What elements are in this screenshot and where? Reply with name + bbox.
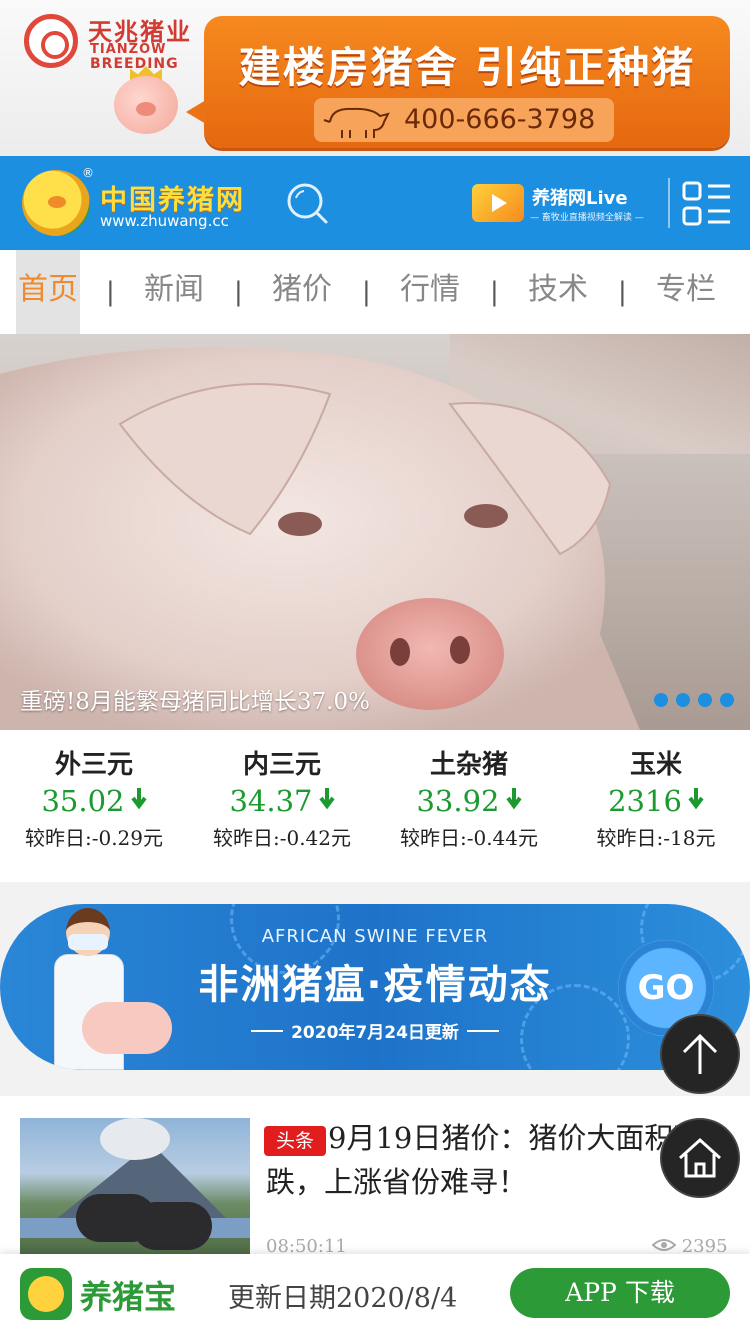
price-item-nei-san-yuan[interactable]: 内三元 34.37 较昨日:-0.42元 [188, 730, 376, 882]
app-update-date: 更新日期2020/8/4 [228, 1283, 458, 1314]
nav-separator: | [106, 277, 115, 307]
back-to-top-button[interactable] [660, 1014, 740, 1094]
nav-separator: | [234, 277, 243, 307]
site-header: ® 中国养猪网 www.zhuwang.cc 养猪网Live — 畜牧业直播视频… [0, 156, 750, 250]
price-delta: 较昨日:-18元 [596, 826, 716, 850]
nav-item-home[interactable]: 首页 [16, 250, 80, 334]
main-nav: 首页 | 新闻 | 猪价 | 行情 | 技术 | 专栏 [0, 250, 750, 334]
live-subtitle: — 畜牧业直播视频全解读 — [530, 213, 644, 223]
smoke-image [100, 1118, 170, 1160]
nav-item-pig-price[interactable]: 猪价 [270, 250, 334, 334]
price-name: 玉米 [629, 750, 682, 780]
live-button[interactable]: 养猪网Live — 畜牧业直播视频全解读 — [470, 178, 654, 228]
price-number: 2316 [608, 784, 682, 818]
home-icon [678, 1137, 722, 1178]
price-number: 34.37 [229, 784, 313, 818]
asf-banner[interactable]: AFRICAN SWINE FEVER 非洲猪瘟·疫情动态 2020年7月24日… [0, 904, 750, 1070]
nav-separator: | [362, 277, 371, 307]
tianzow-logo-icon [24, 14, 78, 68]
slide-caption[interactable]: 重磅!8月能繁母猪同比增长37.0% [20, 682, 370, 716]
ad-brand-en: BREEDING [90, 56, 179, 72]
app-name: 养猪宝 [80, 1278, 177, 1316]
news-thumbnail [20, 1118, 250, 1256]
nav-item-tech[interactable]: 技术 [526, 250, 590, 334]
pig-photo [0, 347, 640, 730]
site-logo-icon[interactable] [22, 170, 90, 236]
hero-slider[interactable]: 重磅!8月能繁母猪同比增长37.0% [0, 334, 750, 730]
black-pig-image [132, 1202, 212, 1250]
price-item-corn[interactable]: 玉米 2316 较昨日:-18元 [562, 730, 750, 882]
news-item[interactable]: 9月19日猪价：猪价大面积下跌，上涨省份难寻！ 头条 08:50:11 2395 [0, 1096, 750, 1266]
ad-brand-en: TIANZOW [90, 42, 167, 57]
price-name: 内三元 [242, 750, 321, 780]
registered-mark: ® [82, 166, 94, 180]
price-value: 35.02 [0, 784, 188, 818]
app-download-bar: 养猪宝 更新日期2020/8/4 APP 下载 [0, 1254, 750, 1334]
eye-icon [651, 1239, 677, 1251]
ad-phone: 400-666-3798 [404, 104, 596, 135]
slide-dot[interactable] [720, 693, 734, 707]
nav-separator: | [618, 277, 627, 307]
header-divider [668, 178, 670, 228]
price-number: 33.92 [416, 784, 500, 818]
price-item-tu-za-zhu[interactable]: 土杂猪 33.92 较昨日:-0.44元 [375, 730, 563, 882]
asf-title-en: AFRICAN SWINE FEVER [261, 926, 489, 947]
home-button[interactable] [660, 1118, 740, 1198]
arrow-down-icon [130, 788, 147, 810]
price-delta: 较昨日:-0.44元 [399, 826, 539, 850]
price-item-wai-san-yuan[interactable]: 外三元 35.02 较昨日:-0.29元 [0, 730, 188, 882]
slide-dots [646, 692, 734, 711]
arrow-up-icon [682, 1033, 718, 1074]
arrow-down-icon [688, 788, 704, 810]
price-number: 35.02 [41, 784, 125, 818]
arrow-down-icon [505, 788, 522, 810]
app-download-button[interactable]: APP 下载 [510, 1268, 730, 1318]
ad-panel: 建楼房猪舍 引纯正种猪 400-666-3798 [186, 16, 730, 148]
price-value: 34.37 [188, 784, 376, 818]
slide-dot[interactable] [698, 693, 712, 707]
pig-mascot-image [114, 76, 178, 134]
arrow-down-icon [318, 788, 335, 810]
slide-dot[interactable] [676, 693, 690, 707]
price-value: 2316 [562, 784, 750, 818]
price-delta: 较昨日:-0.29元 [24, 826, 164, 850]
search-icon[interactable] [284, 180, 330, 226]
nav-item-market[interactable]: 行情 [398, 250, 462, 334]
price-delta: 较昨日:-0.42元 [212, 826, 352, 850]
ad-headline: 建楼房猪舍 引纯正种猪 [238, 43, 696, 92]
site-url: www.zhuwang.cc [100, 212, 229, 230]
pig-outline-icon [323, 107, 390, 138]
app-logo-icon [20, 1268, 72, 1320]
nav-item-column[interactable]: 专栏 [654, 250, 718, 334]
price-value: 33.92 [375, 784, 563, 818]
price-name: 外三元 [54, 750, 133, 780]
headline-badge: 头条 [264, 1126, 326, 1156]
slide-dot[interactable] [654, 693, 668, 707]
ad-banner[interactable]: 天兆猪业 TIANZOW BREEDING 建楼房猪舍 引纯正种猪 400-66… [0, 0, 750, 156]
price-name: 土杂猪 [429, 750, 508, 780]
live-title: 养猪网Live [532, 188, 628, 209]
price-panel: 外三元 35.02 较昨日:-0.29元 内三元 34.37 较昨日:-0.42… [0, 730, 750, 882]
grid-menu-icon[interactable] [682, 180, 732, 228]
play-icon [472, 184, 524, 222]
nav-item-news[interactable]: 新闻 [142, 250, 206, 334]
nav-separator: | [490, 277, 499, 307]
